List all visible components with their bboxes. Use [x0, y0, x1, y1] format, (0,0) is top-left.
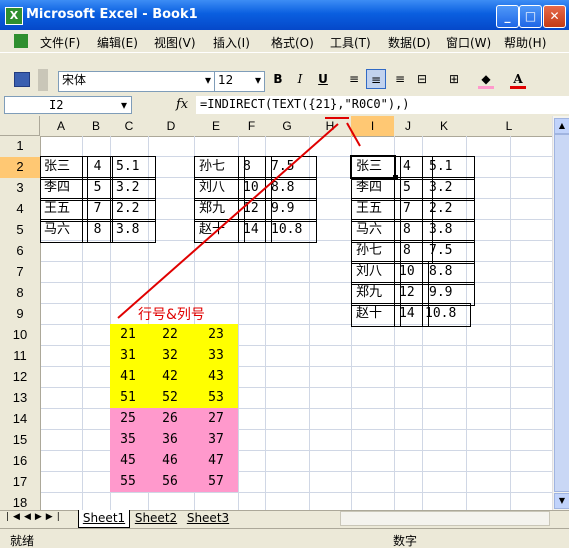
annotation-line [117, 123, 339, 319]
annotation-arrows [117, 117, 361, 319]
tab-sheet3[interactable]: Sheet3 [184, 510, 232, 527]
scroll-up-icon[interactable]: ▲ [554, 118, 569, 134]
tab-nav-icons[interactable]: |◀◀▶▶| [6, 512, 64, 522]
scroll-down-icon[interactable]: ▼ [554, 493, 569, 509]
status-ready: 就绪 [10, 534, 35, 548]
scroll-thumb[interactable] [554, 134, 569, 492]
horizontal-scrollbar[interactable] [340, 511, 550, 526]
tab-sheet1[interactable]: Sheet1 [78, 510, 130, 528]
status-bar: 就绪 数字 [0, 528, 569, 548]
status-mode: 数字 [393, 534, 418, 548]
annotation-pointer [346, 122, 361, 147]
vertical-scrollbar[interactable]: ▲ ▼ [552, 116, 569, 510]
tab-sheet2[interactable]: Sheet2 [132, 510, 180, 527]
